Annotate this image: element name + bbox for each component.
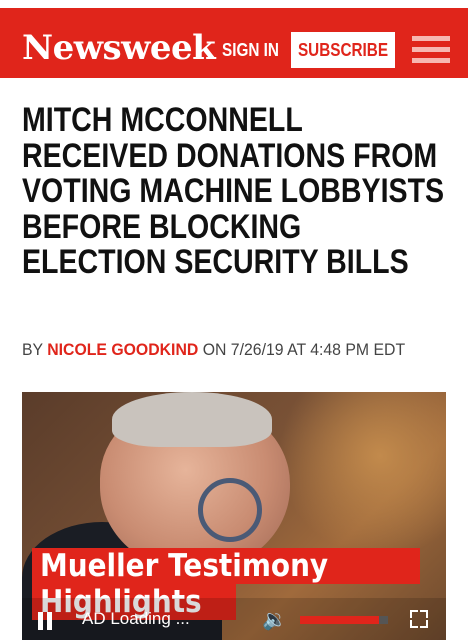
site-header: Newsweek SIGN IN SUBSCRIBE xyxy=(0,0,468,86)
byline: BY NICOLE GOODKIND ON 7/26/19 AT 4:48 PM… xyxy=(22,340,405,360)
video-subject-hair xyxy=(112,392,272,447)
header-bar: Newsweek SIGN IN SUBSCRIBE xyxy=(0,8,468,78)
pause-icon[interactable] xyxy=(36,612,54,630)
loading-spinner-icon xyxy=(198,478,262,542)
subscribe-label: SUBSCRIBE xyxy=(297,39,389,60)
video-controls: AD Loading ... 🔉 xyxy=(22,598,446,640)
video-player[interactable]: Mueller Testimony Highlights AD Loading … xyxy=(22,392,446,640)
volume-icon[interactable]: 🔉 xyxy=(262,609,288,631)
byline-prefix: BY xyxy=(22,340,43,359)
ad-loading-status: AD Loading ... xyxy=(82,609,190,628)
sign-in-link[interactable]: SIGN IN xyxy=(222,40,279,61)
article-headline: MITCH MCCONNELL RECEIVED DONATIONS FROM … xyxy=(22,101,445,281)
publish-date: ON 7/26/19 AT 4:48 PM EDT xyxy=(202,340,406,359)
video-background xyxy=(272,392,446,552)
volume-slider-fill xyxy=(300,616,380,624)
fullscreen-icon[interactable] xyxy=(410,610,428,628)
author-link[interactable]: NICOLE GOODKIND xyxy=(47,340,198,359)
hamburger-menu-icon[interactable] xyxy=(412,34,450,64)
video-caption-line-1: Mueller Testimony xyxy=(32,548,420,584)
subscribe-button[interactable]: SUBSCRIBE xyxy=(291,32,395,68)
newsweek-logo[interactable]: Newsweek xyxy=(22,28,216,68)
volume-slider[interactable] xyxy=(300,616,388,624)
